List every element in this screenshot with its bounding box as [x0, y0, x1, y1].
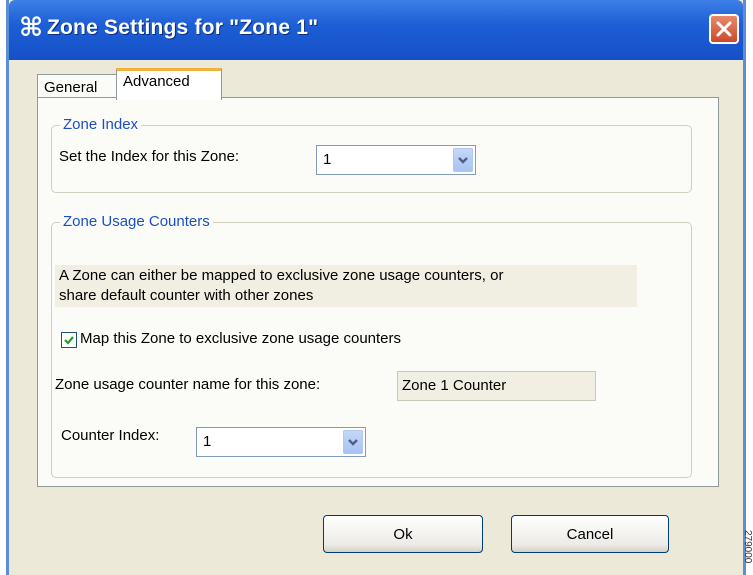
- counter-name-field[interactable]: Zone 1 Counter: [397, 371, 596, 401]
- close-button[interactable]: [709, 14, 739, 44]
- zone-index-group: Zone Index Set the Index for this Zone: …: [51, 116, 692, 193]
- advanced-tab-panel: Zone Index Set the Index for this Zone: …: [37, 97, 719, 487]
- close-icon: [716, 21, 732, 37]
- dialog-window: ⌘ Zone Settings for "Zone 1" General Adv…: [6, 0, 746, 575]
- zone-usage-counters-legend: Zone Usage Counters: [60, 213, 213, 230]
- chevron-down-icon: [458, 157, 468, 164]
- counter-name-value: Zone 1 Counter: [402, 377, 507, 394]
- zone-settings-icon: ⌘: [19, 13, 44, 43]
- zone-usage-counters-group: Zone Usage Counters A Zone can either be…: [51, 213, 692, 478]
- counter-index-value: 1: [203, 433, 212, 450]
- zone-index-dropdown-button[interactable]: [453, 148, 473, 172]
- exclusive-counters-checkbox[interactable]: [61, 332, 77, 348]
- tab-advanced[interactable]: Advanced: [116, 68, 222, 100]
- counter-index-dropdown-button[interactable]: [343, 430, 363, 454]
- counters-description-line-1: A Zone can either be mapped to exclusive…: [59, 267, 504, 284]
- cancel-button[interactable]: Cancel: [511, 515, 669, 553]
- figure-id-text: 279000: [744, 530, 753, 564]
- zone-index-legend: Zone Index: [60, 116, 142, 133]
- checkmark-icon: [64, 336, 74, 345]
- counters-description-line-2: share default counter with other zones: [59, 287, 314, 304]
- zone-index-label: Set the Index for this Zone:: [59, 148, 240, 165]
- chevron-down-icon: [348, 439, 358, 446]
- zone-index-select[interactable]: 1: [316, 145, 476, 175]
- title-bar[interactable]: ⌘ Zone Settings for "Zone 1": [9, 0, 743, 60]
- counters-description: A Zone can either be mapped to exclusive…: [55, 265, 637, 307]
- window-title: Zone Settings for "Zone 1": [47, 16, 319, 39]
- ok-button[interactable]: Ok: [323, 515, 483, 553]
- zone-index-value: 1: [323, 151, 332, 168]
- exclusive-counters-label[interactable]: Map this Zone to exclusive zone usage co…: [80, 330, 401, 347]
- counter-name-label: Zone usage counter name for this zone:: [55, 376, 321, 393]
- counter-index-label: Counter Index:: [61, 427, 160, 444]
- counter-index-select[interactable]: 1: [196, 427, 366, 457]
